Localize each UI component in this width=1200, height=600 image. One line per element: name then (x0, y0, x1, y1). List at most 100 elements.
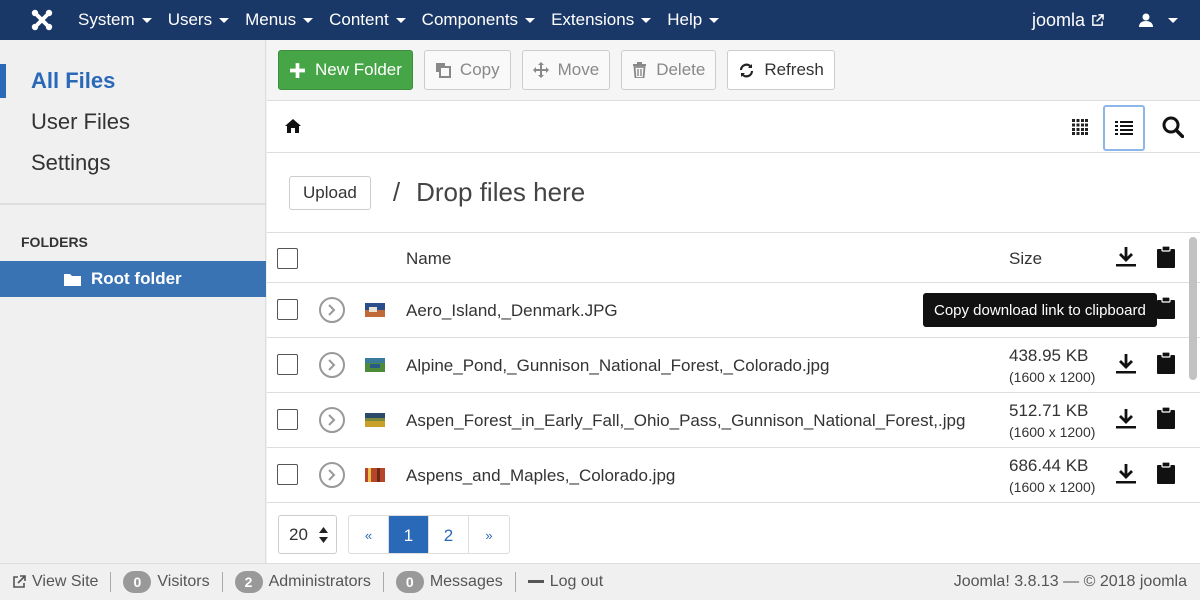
menu-extensions[interactable]: Extensions (551, 10, 652, 30)
move-button[interactable]: Move (521, 50, 611, 90)
move-label: Move (557, 60, 600, 79)
status-bar: View Site 0 Visitors 2 Administrators 0 … (0, 563, 1200, 600)
administrators-label: Administrators (268, 573, 371, 590)
image-thumbnail (365, 358, 385, 372)
clipboard-icon[interactable] (1156, 407, 1176, 429)
menu-label: Users (167, 10, 213, 29)
minus-icon (527, 580, 544, 583)
pagination: « 1 2 » (348, 515, 510, 554)
root-folder-item[interactable]: Root folder (0, 261, 266, 297)
site-link[interactable]: joomla (1032, 10, 1104, 31)
move-icon (532, 62, 549, 78)
files-table: Name Size Aero_Island,_Denmark.JPG Alpin… (267, 233, 1200, 503)
next-page-button[interactable]: » (469, 516, 509, 553)
grid-view-icon[interactable] (1072, 119, 1088, 135)
select-all-checkbox[interactable] (277, 248, 298, 269)
external-link-icon (1092, 13, 1104, 26)
view-site-link[interactable]: View Site (0, 573, 110, 591)
upload-button[interactable]: Upload (289, 175, 371, 210)
clipboard-icon (1157, 246, 1175, 268)
download-icon (1116, 247, 1136, 267)
plus-icon (290, 62, 305, 78)
download-icon[interactable] (1115, 353, 1137, 375)
file-size: 512.71 KB (1009, 401, 1089, 420)
menu-label: Menus (245, 10, 297, 29)
row-checkbox[interactable] (277, 354, 298, 375)
file-name: Alpine_Pond,_Gunnison_National_Forest,_C… (406, 356, 830, 375)
name-column-header[interactable]: Name (406, 249, 451, 269)
chevron-right-icon[interactable] (319, 407, 345, 433)
file-name: Aero_Island,_Denmark.JPG (406, 301, 618, 320)
menu-label: Extensions (551, 10, 635, 29)
delete-label: Delete (656, 60, 706, 79)
menu-content[interactable]: Content (329, 10, 406, 30)
page-2-button[interactable]: 2 (429, 516, 469, 553)
file-size: 686.44 KB (1009, 456, 1089, 475)
copy-label: Copy (459, 60, 500, 79)
delete-button[interactable]: Delete (621, 50, 717, 90)
caret-down-icon (641, 17, 652, 23)
list-view-button[interactable] (1103, 105, 1145, 151)
updown-arrows-icon (319, 527, 328, 543)
menu-help[interactable]: Help (667, 10, 720, 30)
download-icon[interactable] (1115, 463, 1137, 485)
new-folder-button[interactable]: New Folder (278, 50, 413, 90)
table-row[interactable]: Aspen_Forest_in_Early_Fall,_Ohio_Pass,_G… (267, 393, 1200, 448)
page-limit-value: 20 (289, 524, 308, 544)
folder-icon (64, 274, 81, 286)
upload-area[interactable]: Upload / Drop files here (267, 153, 1200, 233)
row-checkbox[interactable] (277, 464, 298, 485)
sidebar-item-all-files[interactable]: All Files (0, 64, 265, 105)
copy-link-tooltip: Copy download link to clipboard (923, 293, 1163, 327)
table-row[interactable]: Alpine_Pond,_Gunnison_National_Forest,_C… (267, 338, 1200, 393)
file-size: 438.95 KB (1009, 346, 1089, 365)
row-checkbox[interactable] (277, 299, 298, 320)
visitors-badge: 0 (123, 571, 152, 593)
caret-down-icon (395, 17, 406, 23)
administrators-link[interactable]: 2 Administrators (223, 571, 383, 593)
chevron-right-icon[interactable] (319, 352, 345, 378)
file-dimensions: (1600 x 1200) (1009, 424, 1096, 440)
image-thumbnail (365, 468, 385, 482)
visitors-link[interactable]: 0 Visitors (111, 571, 221, 593)
image-thumbnail (365, 303, 385, 317)
copy-button[interactable]: Copy (423, 50, 511, 90)
menu-users[interactable]: Users (167, 10, 230, 30)
table-row[interactable]: Aspens_and_Maples,_Colorado.jpg 686.44 K… (267, 448, 1200, 503)
view-site-label: View Site (32, 573, 99, 590)
menu-components[interactable]: Components (422, 10, 536, 30)
page-1-button[interactable]: 1 (389, 516, 429, 553)
clipboard-icon[interactable] (1156, 352, 1176, 374)
joomla-logo-icon[interactable] (28, 6, 56, 34)
drop-files-text: Drop files here (416, 177, 586, 207)
clipboard-icon[interactable] (1156, 462, 1176, 484)
page-limit-select[interactable]: 20 (278, 515, 337, 554)
messages-link[interactable]: 0 Messages (384, 571, 515, 593)
sidebar-item-settings[interactable]: Settings (0, 146, 265, 187)
logout-label: Log out (549, 573, 604, 590)
search-icon[interactable] (1162, 116, 1184, 138)
download-icon[interactable] (1115, 408, 1137, 430)
messages-label: Messages (429, 573, 503, 590)
scrollbar[interactable] (1189, 237, 1197, 380)
sidebar-item-user-files[interactable]: User Files (0, 105, 265, 146)
menu-menus[interactable]: Menus (245, 10, 314, 30)
caret-down-icon (525, 17, 536, 23)
user-menu[interactable] (1138, 12, 1178, 28)
file-name: Aspens_and_Maples,_Colorado.jpg (406, 466, 676, 485)
caret-down-icon (141, 17, 152, 23)
home-icon[interactable] (285, 118, 301, 134)
refresh-button[interactable]: Refresh (727, 50, 835, 90)
chevron-right-icon[interactable] (319, 297, 345, 323)
list-view-icon (1115, 121, 1133, 135)
top-navbar: System Users Menus Content Components Ex… (0, 0, 1200, 40)
chevron-right-icon[interactable] (319, 462, 345, 488)
row-checkbox[interactable] (277, 409, 298, 430)
refresh-label: Refresh (764, 60, 824, 79)
caret-down-icon (219, 17, 230, 23)
logout-link[interactable]: Log out (516, 573, 615, 591)
file-dimensions: (1600 x 1200) (1009, 369, 1096, 385)
prev-page-button[interactable]: « (349, 516, 389, 553)
size-column-header[interactable]: Size (1009, 249, 1042, 269)
menu-system[interactable]: System (78, 10, 152, 30)
